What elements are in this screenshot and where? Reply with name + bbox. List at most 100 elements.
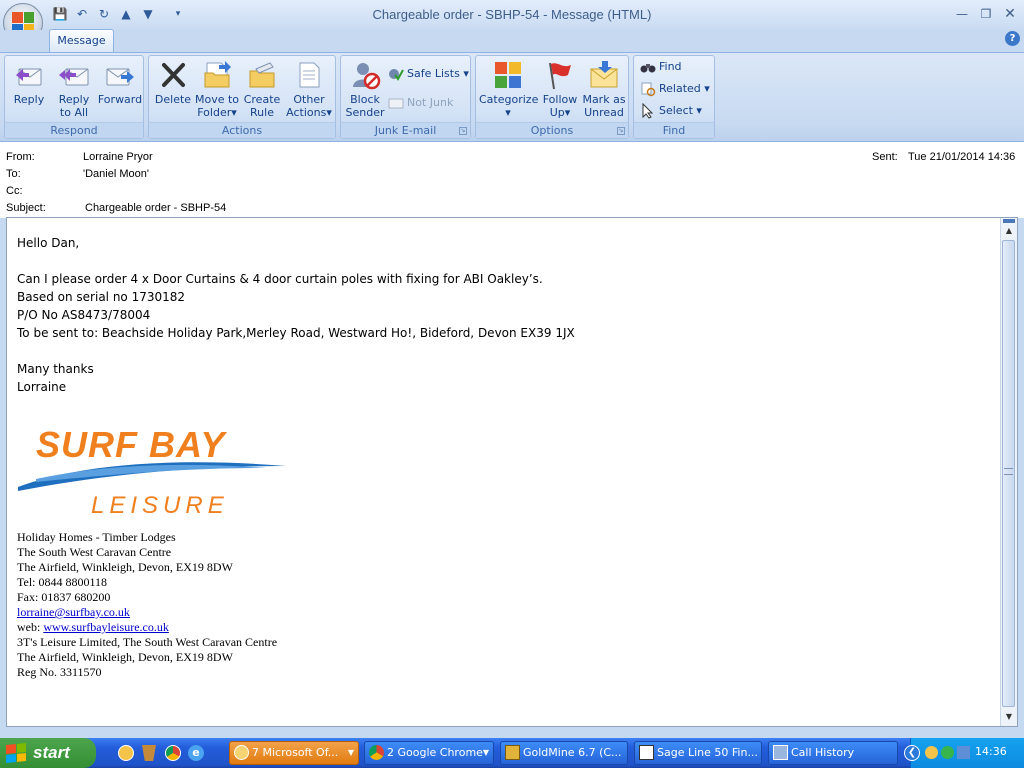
quicklaunch-ie-icon[interactable]: e — [188, 745, 204, 761]
logo-text-leisure: LEISURE — [91, 492, 229, 519]
related-button[interactable]: Related ▾ — [640, 80, 710, 98]
sig-line: 3T's Leisure Limited, The South West Car… — [17, 635, 278, 649]
create-rule-button[interactable]: Create Rule — [241, 59, 283, 119]
sent-value: Tue 21/01/2014 14:36 — [908, 151, 1016, 163]
block-sender-button[interactable]: Block Sender — [343, 59, 387, 119]
to-label: To: — [6, 168, 21, 180]
flag-icon — [549, 62, 571, 90]
group-label-respond: Respond — [5, 122, 143, 138]
next-item-icon[interactable]: ▼ — [140, 6, 156, 22]
group-junk-email: Block Sender Safe Lists ▾ Not Junk Junk … — [340, 55, 471, 139]
scroll-up-icon[interactable]: ▲ — [1003, 226, 1015, 236]
close-button[interactable]: ✕ — [1000, 6, 1020, 22]
sig-line: The South West Caravan Centre — [17, 545, 172, 559]
group-find: Find Related ▾ Select ▾ Find — [633, 55, 715, 139]
reply-button[interactable]: Reply — [7, 59, 51, 106]
sig-email-link[interactable]: lorraine@surfbay.co.uk — [17, 605, 130, 619]
chrome-icon — [369, 745, 384, 760]
delete-icon — [162, 63, 185, 87]
sig-reg: Reg No. 3311570 — [17, 665, 102, 679]
not-junk-button: Not Junk — [388, 94, 453, 112]
safe-lists-icon — [389, 69, 404, 81]
subject-value: Chargeable order - SBHP-54 — [85, 202, 227, 214]
undo-icon[interactable]: ↶ — [74, 6, 90, 22]
select-button[interactable]: Select ▾ — [640, 102, 702, 120]
sig-tel: Tel: 0844 8800118 — [17, 575, 108, 589]
find-button[interactable]: Find — [640, 58, 682, 76]
restore-button[interactable]: ❐ — [976, 6, 996, 22]
reply-all-icon — [59, 68, 89, 86]
group-label-junk-email: Junk E-mail — [341, 122, 470, 138]
group-options: Categorize ▾ Follow Up▾ Mark as Unread Op… — [475, 55, 629, 139]
taskbar-item-chrome[interactable]: 2 Google Chrome ▼ — [364, 741, 494, 765]
taskbar-item-goldmine[interactable]: GoldMine 6.7 (C... — [500, 741, 628, 765]
follow-up-button[interactable]: Follow Up▾ — [538, 59, 582, 119]
forward-icon — [106, 68, 134, 86]
tab-message[interactable]: Message — [49, 29, 114, 52]
message-text: Hello Dan, Can I please order 4 x Door C… — [17, 234, 575, 396]
group-dropdown-icon: ▼ — [482, 748, 489, 757]
mark-as-unread-button[interactable]: Mark as Unread — [580, 59, 628, 119]
other-actions-button[interactable]: Other Actions▾ — [285, 59, 333, 119]
safe-lists-button[interactable]: Safe Lists ▾ — [388, 65, 469, 83]
sig-web-label: web: — [17, 620, 44, 634]
outlook-icon — [234, 745, 249, 760]
sender-name: Lorraine — [17, 380, 67, 394]
forward-button[interactable]: Forward — [95, 59, 145, 106]
clock[interactable]: 14:36 — [975, 745, 1007, 758]
surf-bay-logo: SURF BAY LEISURE — [16, 424, 288, 520]
group-dropdown-icon: ▼ — [347, 748, 354, 757]
options-dialog-launcher-icon[interactable]: ↘ — [617, 127, 625, 135]
from-label: From: — [6, 151, 35, 163]
sig-line: The Airfield, Winkleigh, Devon, EX19 8DW — [17, 650, 233, 664]
sig-line: Holiday Homes - Timber Lodges — [17, 530, 176, 544]
ribbon-tab-row — [0, 30, 1024, 52]
tray-expand-icon[interactable]: ❮ — [904, 745, 920, 761]
redo-icon[interactable]: ↻ — [96, 6, 112, 22]
previous-item-icon[interactable]: ▲ — [118, 6, 134, 22]
taskbar-item-call-history[interactable]: Call History — [768, 741, 898, 765]
sage-icon — [639, 745, 654, 760]
group-label-actions: Actions — [149, 122, 335, 138]
body-line-address: To be sent to: Beachside Holiday Park,Me… — [17, 326, 575, 340]
sig-web-link[interactable]: www.surfbayleisure.co.uk — [43, 620, 169, 634]
subject-label: Subject: — [6, 202, 46, 214]
sig-line: The Airfield, Winkleigh, Devon, EX19 8DW — [17, 560, 233, 574]
body-line-po: P/O No AS8473/78004 — [17, 308, 151, 322]
move-to-folder-button[interactable]: Move to Folder▾ — [194, 59, 240, 119]
reply-icon — [16, 68, 42, 86]
taskbar-item-sage[interactable]: Sage Line 50 Fin... — [634, 741, 762, 765]
taskbar-item-outlook[interactable]: 7 Microsoft Of... ▼ — [229, 741, 359, 765]
reply-all-button[interactable]: Reply to All — [52, 59, 96, 119]
tray-status-icon[interactable] — [941, 746, 954, 759]
signature: Holiday Homes - Timber Lodges The South … — [17, 530, 277, 680]
sent-label: Sent: — [872, 151, 898, 163]
categorize-icon — [495, 62, 521, 88]
tray-outlook-icon[interactable] — [925, 746, 938, 759]
move-to-folder-icon — [204, 61, 231, 88]
junk-dialog-launcher-icon[interactable]: ↘ — [459, 127, 467, 135]
delete-button[interactable]: Delete — [151, 59, 195, 106]
group-label-find: Find — [634, 122, 714, 138]
scroll-down-icon[interactable]: ▼ — [1003, 712, 1015, 722]
help-icon[interactable]: ? — [1005, 31, 1020, 46]
related-icon — [641, 82, 656, 97]
tray-network-icon[interactable] — [957, 746, 970, 759]
not-junk-icon — [388, 98, 404, 109]
body-line-order: Can I please order 4 x Door Curtains & 4… — [17, 272, 543, 286]
cc-label: Cc: — [6, 185, 23, 197]
quicklaunch-chrome-icon[interactable] — [165, 745, 181, 761]
block-sender-icon — [353, 63, 381, 90]
closing: Many thanks — [17, 362, 94, 376]
to-value[interactable]: 'Daniel Moon' — [83, 168, 149, 180]
save-icon[interactable]: 💾 — [52, 6, 68, 22]
sig-fax: Fax: 01837 680200 — [17, 590, 111, 604]
quicklaunch-outlook-icon[interactable] — [118, 745, 134, 761]
goldmine-icon — [505, 745, 520, 760]
from-value[interactable]: Lorraine Pryor — [83, 151, 153, 163]
minimize-button[interactable]: — — [952, 6, 972, 22]
customize-toolbar-icon[interactable]: ▾ — [170, 6, 186, 22]
categorize-button[interactable]: Categorize ▾ — [479, 59, 538, 119]
group-label-options: Options — [476, 122, 628, 138]
create-rule-icon — [249, 62, 275, 88]
